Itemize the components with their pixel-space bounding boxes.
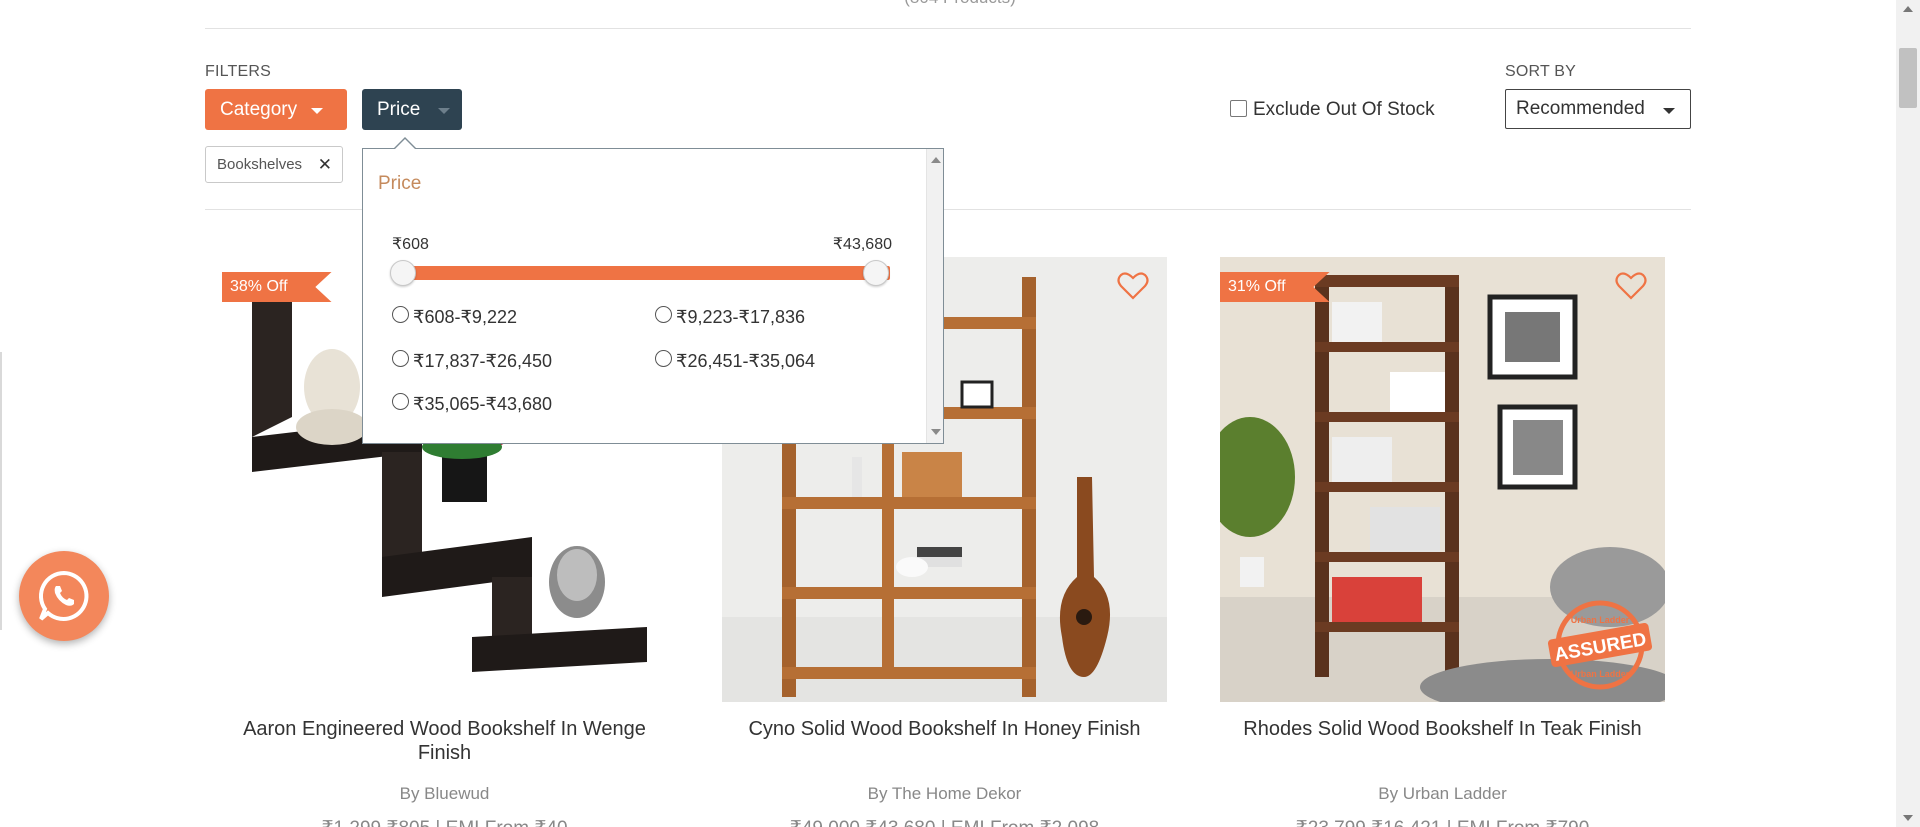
price-option-radio[interactable] [655,350,672,367]
exclude-out-of-stock-checkbox[interactable] [1230,99,1247,117]
price-option[interactable]: ₹17,837-₹26,450 [392,350,553,372]
applied-filter-label: Bookshelves [217,156,303,173]
heart-icon[interactable] [1117,271,1149,301]
panel-scrollbar[interactable] [926,149,943,443]
sort-select[interactable]: Recommended [1505,89,1691,129]
product-title[interactable]: Cyno Solid Wood Bookshelf In Honey Finis… [722,717,1167,741]
price-panel-title: Price [378,173,422,194]
product-title[interactable]: Rhodes Solid Wood Bookshelf In Teak Fini… [1220,717,1665,741]
price-dropdown-panel: Price ₹608 ₹43,680 ₹608-₹9,222 ₹9,223-₹1… [362,148,944,444]
applied-filter-chip: Bookshelves ✕ [205,146,343,183]
price-slider-max-handle[interactable] [863,260,889,286]
chevron-down-icon [311,108,324,114]
sort-selected-value: Recommended [1516,98,1645,119]
divider [205,28,1691,29]
heart-icon[interactable] [1615,271,1647,301]
price-option-radio[interactable] [392,393,409,410]
exclude-out-of-stock[interactable]: Exclude Out Of Stock [1230,99,1435,121]
price-option-label: ₹9,223-₹17,836 [676,307,805,327]
price-option[interactable]: ₹26,451-₹35,064 [655,350,816,372]
discount-badge: 38% Off [222,272,332,302]
dropdown-arrow-fill [394,139,416,150]
price-option-label: ₹608-₹9,222 [413,307,517,327]
side-edge [0,352,2,630]
product-brand: By Bluewud [399,784,490,803]
page-scrollbar-thumb[interactable] [1899,48,1917,108]
price-option-radio[interactable] [392,350,409,367]
price-filter-button[interactable]: Price [362,89,462,130]
product-price: ₹49,000 ₹43,680 | EMI From ₹2,098 [722,817,1167,827]
price-slider-min-handle[interactable] [390,260,416,286]
category-filter-label: Category [220,98,298,120]
price-option-label: ₹26,451-₹35,064 [676,351,816,371]
chevron-down-icon [1662,107,1675,114]
price-option[interactable]: ₹9,223-₹17,836 [655,306,805,328]
price-filter-label: Price [377,98,421,120]
product-image[interactable]: 31% Off ASSURED Urban Ladder Urban Ladde… [1220,257,1665,702]
price-range-min: ₹608 [392,236,429,253]
exclude-out-of-stock-label: Exclude Out Of Stock [1253,99,1435,120]
filters-label: FILTERS [205,63,272,80]
page-scrollbar[interactable] [1896,0,1920,827]
product-price: ₹23,799 ₹16,421 | EMI From ₹790 [1220,817,1665,827]
price-option-radio[interactable] [655,306,672,323]
scroll-down-arrow-icon[interactable] [931,429,941,435]
price-option-radio[interactable] [392,306,409,323]
sort-label: SORT BY [1505,63,1577,80]
scroll-up-arrow-icon[interactable] [1903,6,1913,12]
price-range-max: ₹43,680 [832,236,892,253]
close-icon[interactable]: ✕ [318,155,332,175]
product-title[interactable]: Aaron Engineered Wood Bookshelf In Wenge… [222,717,667,765]
price-slider-track[interactable] [403,266,890,280]
price-option[interactable]: ₹608-₹9,222 [392,306,517,328]
product-count: (804 Products) [0,0,1920,8]
product-card[interactable]: 31% Off ASSURED Urban Ladder Urban Ladde… [1220,257,1665,827]
whatsapp-button[interactable] [19,551,109,641]
stamp-top-text: Urban Ladder [1571,615,1630,625]
whatsapp-icon [39,570,89,621]
chevron-down-icon [438,108,451,114]
stamp-bottom-text: Urban Ladder [1571,669,1630,679]
price-option-label: ₹17,837-₹26,450 [413,351,553,371]
product-price: ₹1,299 ₹805 | EMI From ₹40 [222,817,667,827]
category-filter-button[interactable]: Category [205,89,347,130]
product-brand: By Urban Ladder [1378,784,1507,803]
scroll-down-arrow-icon[interactable] [1903,815,1913,821]
assured-stamp: ASSURED Urban Ladder Urban Ladder [1547,600,1653,690]
product-brand: By The Home Dekor [867,784,1022,803]
scroll-up-arrow-icon[interactable] [931,157,941,163]
price-option[interactable]: ₹35,065-₹43,680 [392,393,553,415]
discount-badge: 31% Off [1220,272,1330,302]
price-option-label: ₹35,065-₹43,680 [413,394,553,414]
